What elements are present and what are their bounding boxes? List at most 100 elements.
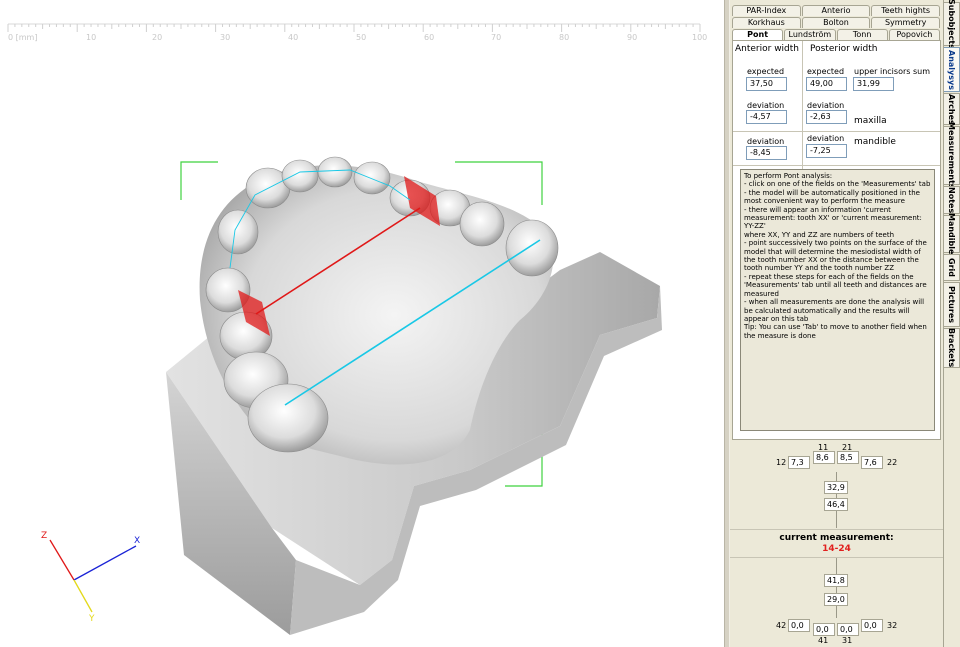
ruler-label: 40 — [288, 33, 298, 42]
instruction-line: - repeat these steps for each of the fie… — [744, 272, 929, 298]
tooth-12-width-field[interactable]: 7,3 — [788, 456, 810, 469]
side-tab-brackets[interactable]: Brackets — [944, 328, 960, 368]
tab-tonn[interactable]: Tonn — [836, 29, 888, 40]
upper-incisors-sum-label: upper incisors sum — [854, 67, 930, 76]
tooth-11-width-field[interactable]: 8,6 — [813, 451, 835, 464]
ruler-label: 70 — [491, 33, 501, 42]
tooth-number-41: 41 — [818, 636, 829, 645]
tooth-31-width-field[interactable]: 0,0 — [837, 623, 859, 636]
axis-x-label: X — [134, 536, 140, 546]
tab-symmetry[interactable]: Symmetry — [871, 17, 941, 28]
anterior-expected-field[interactable]: 37,50 — [746, 77, 787, 91]
side-tab-arches[interactable]: Arches — [944, 93, 960, 125]
tab-par-index[interactable]: PAR-Index — [732, 5, 801, 16]
ruler-label: 100 — [692, 33, 707, 42]
pont-analysis-page: Anterior width Posterior width expected … — [732, 40, 941, 440]
side-tab-pictures[interactable]: Pictures — [944, 282, 960, 327]
maxilla-label: maxilla — [854, 116, 887, 126]
lower-posterior-distance-field[interactable]: 29,0 — [824, 593, 848, 606]
side-tab-analysys[interactable]: Analysys — [944, 47, 960, 92]
diagram-connector — [836, 606, 837, 618]
upper-incisors-sum-field[interactable]: 31,99 — [853, 77, 894, 91]
analysis-panel: PAR-Index Anterio Teeth hights Korkhaus … — [730, 0, 943, 647]
side-tab-subobjects[interactable]: Subobjects — [944, 0, 960, 49]
anterior-deviation-mandible-field[interactable]: -8,45 — [746, 146, 787, 160]
mandible-label: mandible — [854, 137, 896, 147]
anterior-width-heading: Anterior width — [735, 44, 800, 54]
posterior-width-heading: Posterior width — [810, 44, 878, 54]
current-measurement-divider — [730, 529, 943, 530]
posterior-deviation-mandible-field[interactable]: -7,25 — [806, 144, 847, 158]
instruction-line: To perform Pont analysis: — [744, 172, 833, 180]
section-divider — [733, 165, 940, 166]
side-tabs: Subobjects Analysys Arches Measurements … — [943, 0, 960, 647]
ruler: 0 [mm] 10 20 30 40 50 60 70 80 90 100 — [7, 23, 707, 42]
instruction-line: - the model will be automatically positi… — [744, 188, 923, 206]
anterior-expected-label: expected — [747, 67, 785, 76]
instruction-line: - click on one of the fields on the 'Mea… — [744, 180, 931, 189]
tooth-22-width-field[interactable]: 7,6 — [861, 456, 883, 469]
tooth-42-width-field[interactable]: 0,0 — [788, 619, 810, 632]
section-divider — [733, 131, 940, 132]
posterior-deviation-maxilla-field[interactable]: -2,63 — [806, 110, 847, 124]
posterior-deviation-label: deviation — [807, 134, 845, 143]
ruler-label: 50 — [356, 33, 366, 42]
side-tab-notes[interactable]: Notes — [944, 186, 960, 214]
axis-triad: Z X Y — [41, 531, 140, 624]
tab-teeth-hights[interactable]: Teeth hights — [871, 5, 941, 16]
ruler-label: 80 — [559, 33, 569, 42]
analysis-tabs-row-1: PAR-Index Anterio Teeth hights — [732, 5, 941, 16]
posterior-expected-label: expected — [807, 67, 845, 76]
tooth-32-width-field[interactable]: 0,0 — [861, 619, 883, 632]
posterior-deviation-label: deviation — [807, 101, 845, 110]
anterior-deviation-label: deviation — [747, 101, 785, 110]
side-tab-grid[interactable]: Grid — [944, 254, 960, 281]
current-measurement-value: 14-24 — [822, 544, 851, 554]
tab-lundstrom[interactable]: Lundström — [784, 29, 836, 40]
analysis-tabs-row-3: Pont Lundström Tonn Popovich — [732, 29, 941, 40]
ruler-label: 20 — [152, 33, 162, 42]
upper-anterior-distance-field[interactable]: 32,9 — [824, 481, 848, 494]
axis-z-label: Z — [41, 531, 47, 541]
tooth-number-31: 31 — [842, 636, 853, 645]
tooth-number-32: 32 — [887, 621, 898, 630]
tab-korkhaus[interactable]: Korkhaus — [732, 17, 801, 28]
ruler-label: 0 [mm] — [8, 33, 37, 42]
instruction-line: where XX, YY and ZZ are numbers of teeth — [744, 230, 895, 239]
tooth-41-width-field[interactable]: 0,0 — [813, 623, 835, 636]
lower-anterior-distance-field[interactable]: 41,8 — [824, 574, 848, 587]
anterior-deviation-maxilla-field[interactable]: -4,57 — [746, 110, 787, 124]
diagram-connector — [836, 472, 837, 481]
tooth-number-42: 42 — [776, 621, 787, 630]
tab-popovich[interactable]: Popovich — [888, 29, 940, 40]
instruction-line: - point successively two points on the s… — [744, 239, 930, 273]
upper-posterior-distance-field[interactable]: 46,4 — [824, 498, 848, 511]
instruction-line: Tip: You can use 'Tab' to move to anothe… — [744, 323, 930, 340]
instruction-line: - there will appear an information 'curr… — [744, 205, 925, 231]
axis-y-label: Y — [88, 614, 95, 624]
diagram-connector — [836, 558, 837, 574]
instruction-line: - when all measurements are done the ana… — [744, 298, 927, 323]
ruler-label: 90 — [627, 33, 637, 42]
ruler-label: 60 — [424, 33, 434, 42]
analysis-tabs-row-2: Korkhaus Bolton Symmetry — [732, 17, 941, 28]
model-viewport[interactable]: 0 [mm] 10 20 30 40 50 60 70 80 90 100 Z … — [0, 0, 724, 647]
tab-bolton[interactable]: Bolton — [801, 17, 871, 28]
tooth-number-22: 22 — [887, 458, 898, 467]
side-tab-measurements[interactable]: Measurements — [944, 122, 960, 189]
column-divider — [802, 41, 803, 171]
tooth-number-12: 12 — [776, 458, 787, 467]
current-measurement-title: current measurement: — [779, 533, 894, 543]
tab-pont[interactable]: Pont — [732, 29, 784, 40]
tooth-21-width-field[interactable]: 8,5 — [837, 451, 859, 464]
diagram-connector — [836, 511, 837, 528]
side-tab-mandible[interactable]: Mandible — [944, 213, 960, 255]
ruler-label: 10 — [86, 33, 96, 42]
anterior-deviation-label: deviation — [747, 137, 785, 146]
posterior-expected-field[interactable]: 49,00 — [806, 77, 847, 91]
ruler-label: 30 — [220, 33, 230, 42]
instructions-box: To perform Pont analysis: - click on one… — [740, 169, 935, 431]
tab-anterio[interactable]: Anterio — [801, 5, 871, 16]
dental-model[interactable] — [166, 156, 662, 635]
viewport-canvas[interactable]: 0 [mm] 10 20 30 40 50 60 70 80 90 100 Z … — [0, 0, 724, 647]
